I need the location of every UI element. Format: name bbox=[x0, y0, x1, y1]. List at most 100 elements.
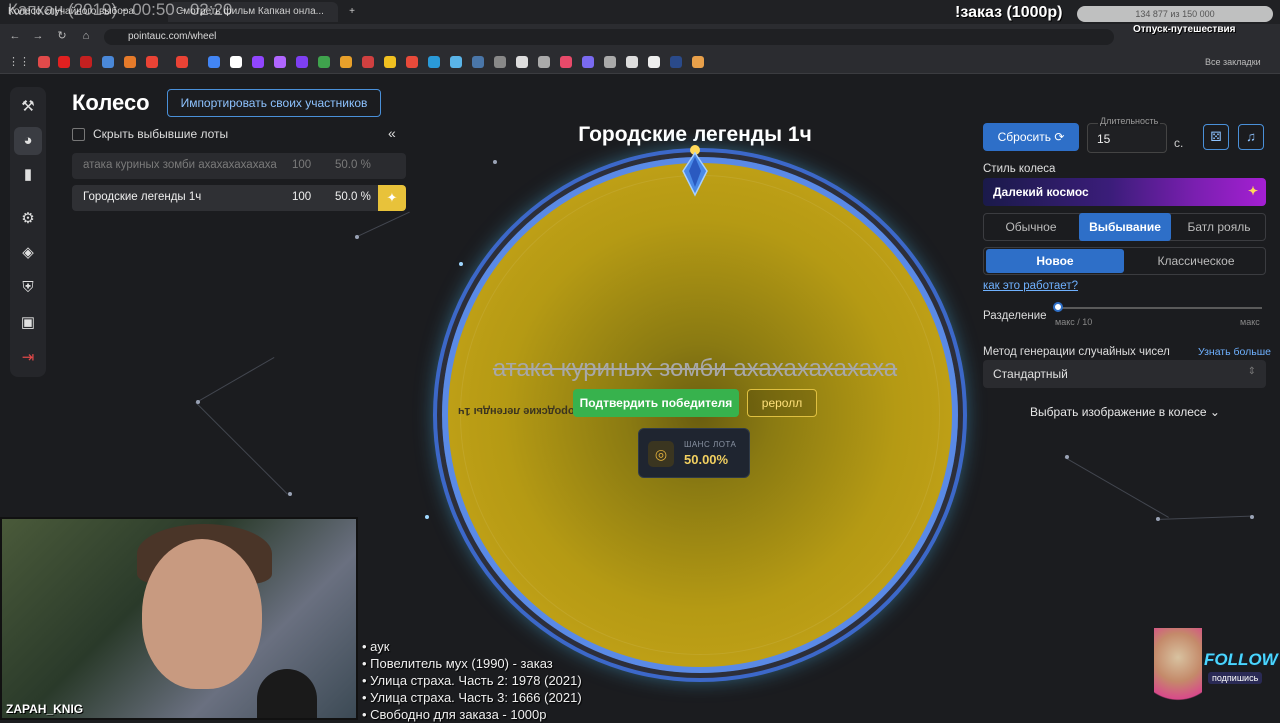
back-icon[interactable]: ← bbox=[8, 29, 22, 43]
lot-amount: 100 bbox=[292, 191, 312, 203]
wheel-image-select[interactable]: Выбрать изображение в колесе ⌄ bbox=[1000, 405, 1250, 419]
bookmark-icon[interactable] bbox=[146, 56, 158, 68]
bookmark-icon[interactable] bbox=[582, 56, 594, 68]
bookmark-icon[interactable] bbox=[428, 56, 440, 68]
star-decoration bbox=[425, 515, 429, 519]
bookmark-icon[interactable] bbox=[406, 56, 418, 68]
reroll-button[interactable]: реролл bbox=[747, 389, 817, 417]
variant-new[interactable]: Новое bbox=[986, 249, 1124, 273]
duration-value: 15 bbox=[1097, 132, 1111, 146]
forward-icon[interactable]: → bbox=[31, 29, 45, 43]
bookmark-icon[interactable] bbox=[318, 56, 330, 68]
bookmark-icon[interactable] bbox=[274, 56, 286, 68]
duration-label: Длительность bbox=[1098, 116, 1161, 126]
dropped-lot-text: атака куриных зомби ахахахахахаха bbox=[492, 355, 898, 382]
donation-goal-bar: 134 877 из 150 000 bbox=[1077, 6, 1273, 22]
layers-icon[interactable]: ◈ bbox=[14, 239, 42, 267]
shield-icon[interactable]: ⛨ bbox=[14, 274, 42, 302]
bookmark-icon[interactable] bbox=[648, 56, 660, 68]
confirm-winner-button[interactable]: Подтвердить победителя bbox=[573, 389, 739, 417]
mode-normal[interactable]: Обычное bbox=[986, 213, 1076, 241]
learn-more-link[interactable]: Узнать больше bbox=[1198, 346, 1271, 358]
lot-row[interactable]: атака куриных зомби ахахахахахаха 100 50… bbox=[72, 153, 406, 179]
bookmark-icon[interactable] bbox=[38, 56, 50, 68]
bookmark-icon[interactable] bbox=[102, 56, 114, 68]
bookmark-icon[interactable] bbox=[176, 56, 188, 68]
bookmark-icon[interactable] bbox=[494, 56, 506, 68]
wheel-icon[interactable]: ◕ bbox=[14, 127, 42, 155]
url-field[interactable]: pointauc.com/wheel bbox=[104, 29, 1114, 45]
sidebar-nav: ⚒ ◕ ▮ ⚙ ◈ ⛨ ▣ ⇥ bbox=[10, 87, 46, 377]
bookmark-icon[interactable] bbox=[296, 56, 308, 68]
settings-icon[interactable]: ⚙ bbox=[14, 205, 42, 233]
collapse-panel-icon[interactable]: « bbox=[388, 125, 396, 141]
hide-dropped-checkbox[interactable] bbox=[72, 128, 85, 142]
dice-icon[interactable]: ⚄ bbox=[1203, 124, 1229, 150]
duration-unit: с. bbox=[1174, 136, 1184, 150]
lot-name: Городские легенды 1ч bbox=[83, 191, 202, 203]
order-list-item: • Улица страха. Часть 2: 1978 (2021) bbox=[362, 673, 582, 688]
bookmark-icon[interactable] bbox=[538, 56, 550, 68]
all-bookmarks-label: Все закладки bbox=[1205, 57, 1261, 67]
lightbulb-icon[interactable]: ✦ bbox=[378, 185, 406, 211]
how-it-works-link[interactable]: как это работает? bbox=[983, 280, 1078, 292]
split-slider-track[interactable] bbox=[1057, 307, 1262, 309]
order-price-label: !заказ (1000р) bbox=[955, 4, 1063, 21]
reset-button[interactable]: Сбросить ⟳ bbox=[983, 123, 1079, 151]
bookmark-icon[interactable] bbox=[604, 56, 616, 68]
bookmark-icon[interactable] bbox=[472, 56, 484, 68]
auction-icon[interactable]: ⚒ bbox=[14, 93, 42, 121]
home-icon[interactable]: ⌂ bbox=[79, 29, 93, 43]
target-icon: ◎ bbox=[648, 441, 674, 467]
page-title: Колесо bbox=[72, 90, 150, 115]
bookmark-icon[interactable] bbox=[80, 56, 92, 68]
constellation-line bbox=[196, 357, 275, 403]
music-icon[interactable]: ♫ bbox=[1238, 124, 1264, 150]
split-slider-handle[interactable] bbox=[1053, 302, 1063, 312]
stats-icon[interactable]: ▮ bbox=[14, 161, 42, 189]
mascot-avatar bbox=[1154, 628, 1202, 712]
bookmark-icon[interactable] bbox=[340, 56, 352, 68]
mode-elimination[interactable]: Выбывание bbox=[1079, 213, 1171, 241]
variant-classic[interactable]: Классическое bbox=[1127, 247, 1265, 275]
bookmark-icon[interactable] bbox=[58, 56, 70, 68]
bookmark-icon[interactable] bbox=[560, 56, 572, 68]
media-icon[interactable]: ▣ bbox=[14, 309, 42, 337]
chevron-updown-icon: ⇕ bbox=[1247, 366, 1256, 377]
lot-name: атака куриных зомби ахахахахахаха bbox=[83, 159, 277, 171]
bookmark-icon[interactable] bbox=[450, 56, 462, 68]
reload-icon[interactable]: ↻ bbox=[55, 29, 69, 43]
bookmark-icon[interactable] bbox=[692, 56, 704, 68]
apps-icon[interactable]: ⋮⋮ bbox=[8, 55, 30, 69]
bookmark-icon[interactable] bbox=[670, 56, 682, 68]
bookmark-icon[interactable] bbox=[124, 56, 136, 68]
webcam-face bbox=[142, 539, 262, 689]
rng-method-label: Метод генерации случайных чисел bbox=[983, 346, 1170, 358]
bookmark-icon[interactable] bbox=[362, 56, 374, 68]
bookmark-icon[interactable] bbox=[626, 56, 638, 68]
import-participants-button[interactable]: Импортировать своих участников bbox=[167, 89, 381, 117]
rng-method-select[interactable]: Стандартный ⇕ bbox=[983, 360, 1266, 388]
hide-dropped-toggle[interactable]: Скрыть выбывшие лоты bbox=[72, 127, 228, 142]
bookmark-icon[interactable] bbox=[516, 56, 528, 68]
logout-icon[interactable]: ⇥ bbox=[14, 344, 42, 372]
wheel-style-select[interactable]: Далекий космос ✦ bbox=[983, 178, 1266, 206]
wheel-image-label: Выбрать изображение в колесе bbox=[1030, 405, 1207, 419]
bookmark-icon[interactable] bbox=[252, 56, 264, 68]
star-decoration bbox=[493, 160, 497, 164]
wheel-mode-toggle: Обычное Выбывание Батл рояль bbox=[983, 213, 1266, 241]
bookmark-icon[interactable] bbox=[208, 56, 220, 68]
wheel-style-label: Стиль колеса bbox=[983, 163, 1056, 175]
duration-input[interactable]: Длительность 15 bbox=[1087, 116, 1167, 153]
bookmark-icon[interactable] bbox=[384, 56, 396, 68]
lot-amount: 100 bbox=[292, 159, 312, 171]
wheel-pointer-icon bbox=[682, 145, 708, 197]
all-bookmarks[interactable]: Все закладки bbox=[1205, 55, 1275, 69]
mode-battle-royale[interactable]: Батл рояль bbox=[1174, 213, 1264, 241]
webcam-feed: ZAPAH_KNIG bbox=[0, 517, 358, 720]
constellation-line bbox=[355, 211, 410, 238]
lot-row[interactable]: Городские легенды 1ч 100 50.0 % ✦ bbox=[72, 185, 406, 211]
constellation-line bbox=[195, 402, 288, 495]
bookmark-icon[interactable] bbox=[230, 56, 242, 68]
new-tab-icon[interactable]: + bbox=[345, 2, 359, 22]
